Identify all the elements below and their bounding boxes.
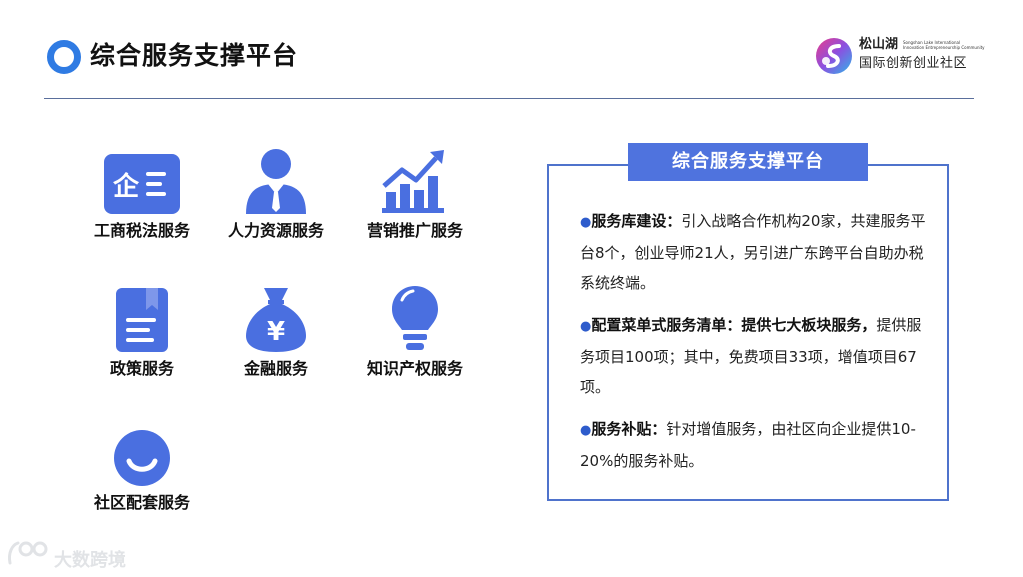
- service-marketing: 营销推广服务: [350, 148, 480, 242]
- info-item: ●服务库建设：引入战略合作机构20家，共建服务平台8个，创业导师21人，另引进广…: [580, 206, 926, 298]
- money-bag-icon-glyph: ¥: [267, 317, 285, 347]
- person-icon: [246, 149, 306, 214]
- document-icon: [116, 288, 168, 352]
- watermark-logo-icon: [8, 541, 48, 565]
- community-logo: 松山湖 Songshan Lake International Innovati…: [815, 37, 985, 77]
- enterprise-icon-glyph: 企: [113, 171, 140, 202]
- logo-subtitle: 国际创新创业社区: [859, 56, 968, 71]
- service-community-support: 社区配套服务: [77, 420, 207, 514]
- logo-english: Songshan Lake International Innovation E…: [903, 40, 985, 50]
- info-item: ●配置菜单式服务清单：提供七大板块服务，提供服务项目100项；其中，免费项目33…: [580, 310, 926, 402]
- service-label: 金融服务: [243, 359, 308, 378]
- logo-name: 松山湖: [859, 37, 899, 52]
- service-intellectual-property: 知识产权服务: [350, 286, 480, 380]
- info-item: ●服务补贴：针对增值服务，由社区向企业提供10-20%的服务补贴。: [580, 414, 926, 476]
- slide: 综合服务支撑平台 松山湖 Songshan Lake International…: [0, 0, 1023, 577]
- info-item-heading: 服务补贴：: [591, 420, 667, 438]
- bullet-icon: ●: [580, 423, 592, 438]
- enterprise-icon: 企: [104, 154, 180, 214]
- title-ring-icon: [47, 40, 81, 74]
- smile-icon: [114, 430, 170, 486]
- service-policy: 政策服务: [77, 286, 207, 380]
- header-divider: [44, 98, 974, 99]
- info-item-heading: 服务库建设：: [591, 212, 682, 230]
- lightbulb-icon: [392, 286, 438, 350]
- service-label: 营销推广服务: [366, 221, 463, 240]
- info-panel-body: ●服务库建设：引入战略合作机构20家，共建服务平台8个，创业导师21人，另引进广…: [580, 206, 926, 488]
- service-label: 知识产权服务: [366, 359, 463, 378]
- info-panel-title: 综合服务支撑平台: [628, 143, 868, 181]
- service-human-resources: 人力资源服务: [211, 148, 341, 242]
- service-label: 社区配套服务: [93, 493, 190, 512]
- service-finance: ¥ 金融服务: [211, 286, 341, 380]
- money-bag-icon: ¥: [246, 288, 306, 352]
- page-title: 综合服务支撑平台: [90, 41, 299, 70]
- bullet-icon: ●: [580, 215, 592, 230]
- service-business-tax: 企 工商税法服务: [77, 148, 207, 242]
- watermark-text: 大数跨境: [54, 550, 126, 571]
- bullet-icon: ●: [580, 319, 592, 334]
- service-label: 人力资源服务: [227, 221, 324, 240]
- service-label: 工商税法服务: [93, 221, 190, 240]
- logo-mark-icon: [816, 38, 852, 74]
- info-item-heading: 配置菜单式服务清单：提供七大板块服务，: [591, 316, 877, 334]
- logo-english-line2: Innovation Entrepreneurship Community: [903, 45, 985, 50]
- watermark: 大数跨境: [6, 539, 146, 573]
- growth-chart-icon: [382, 150, 444, 213]
- service-label: 政策服务: [109, 359, 174, 378]
